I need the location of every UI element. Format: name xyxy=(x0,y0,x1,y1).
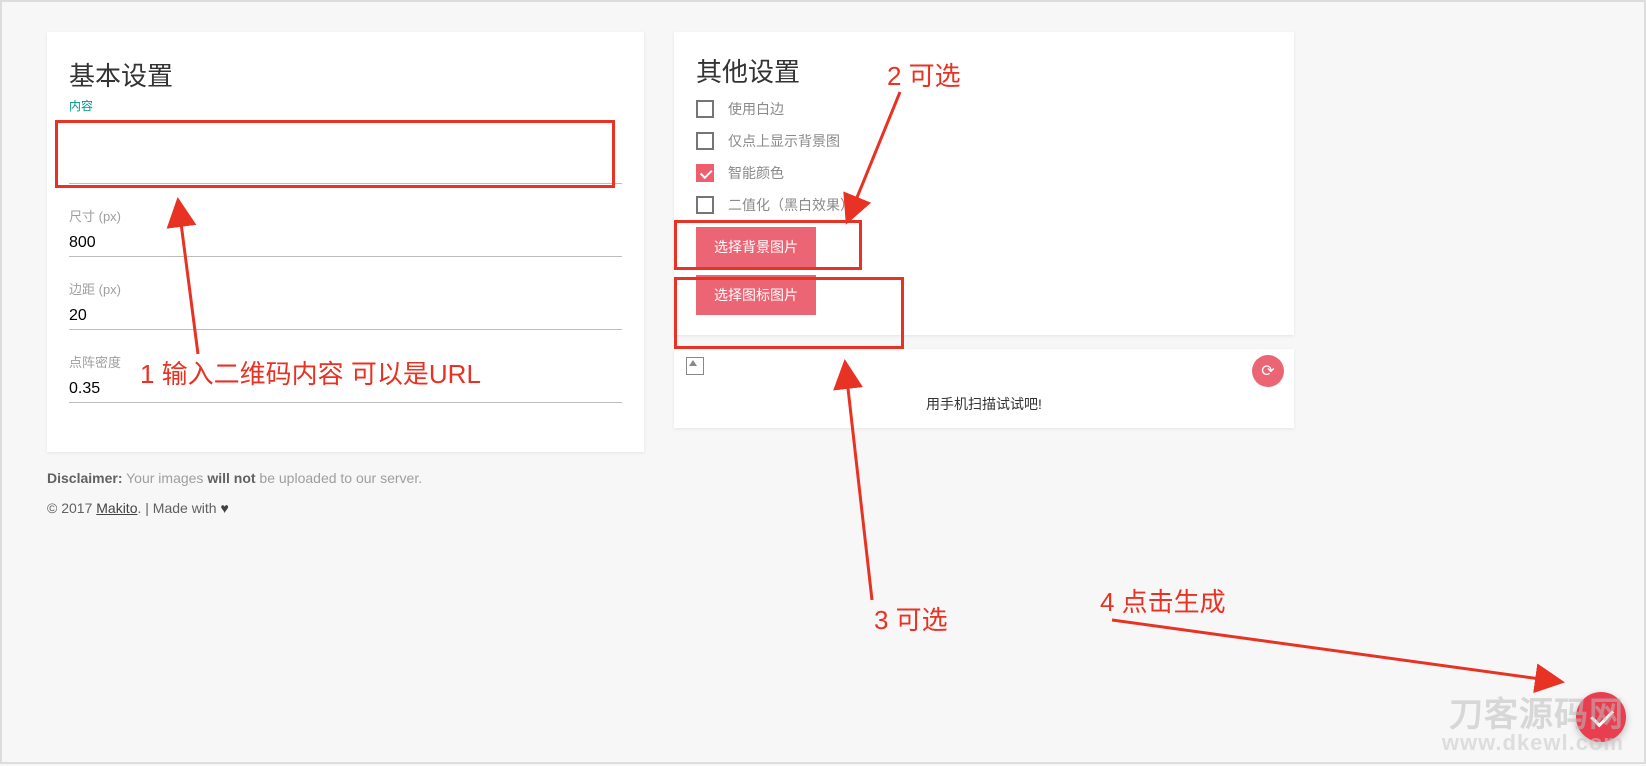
size-input[interactable] xyxy=(69,228,622,257)
generate-fab-button[interactable] xyxy=(1576,692,1626,742)
annotation-text-3: 3 可选 xyxy=(874,600,948,637)
author-link[interactable]: Makito xyxy=(96,500,137,516)
content-label: 内容 xyxy=(69,97,622,114)
density-label: 点阵密度 xyxy=(69,352,622,371)
disclaimer-bold: Disclaimer: xyxy=(47,470,122,486)
refresh-icon: ⟳ xyxy=(1261,361,1274,381)
disclaimer-bold2: will not xyxy=(207,470,255,486)
other-settings-title: 其他设置 xyxy=(696,52,1272,89)
option-label: 使用白边 xyxy=(728,99,784,119)
option-binarize-row[interactable]: 二值化（黑白效果） xyxy=(696,195,1272,215)
footer: Disclaimer: Your images will not be uplo… xyxy=(2,452,1644,516)
broken-image-icon xyxy=(686,357,704,375)
disclaimer-end: be uploaded to our server. xyxy=(256,470,423,486)
checkbox-checked-icon[interactable] xyxy=(696,164,714,182)
option-smartcolor-row[interactable]: 智能颜色 xyxy=(696,163,1272,183)
checkbox-unchecked-icon[interactable] xyxy=(696,132,714,150)
option-dotbg-row[interactable]: 仅点上显示背景图 xyxy=(696,131,1272,151)
refresh-button[interactable]: ⟳ xyxy=(1252,355,1284,387)
density-input[interactable] xyxy=(69,374,622,403)
disclaimer-text: Your images xyxy=(122,470,207,486)
checkbox-unchecked-icon[interactable] xyxy=(696,100,714,118)
option-label: 二值化（黑白效果） xyxy=(728,195,854,215)
basic-settings-card: 基本设置 内容 尺寸 (px) 边距 (px) 点阵密度 xyxy=(47,32,644,452)
annotation-text-4: 4 点击生成 xyxy=(1100,582,1226,619)
checkbox-unchecked-icon[interactable] xyxy=(696,196,714,214)
margin-label: 边距 (px) xyxy=(69,279,622,298)
copyright-prefix: © 2017 xyxy=(47,500,96,516)
margin-input[interactable] xyxy=(69,301,622,330)
copyright-suffix: . | Made with xyxy=(137,500,220,516)
option-label: 仅点上显示背景图 xyxy=(728,131,840,151)
preview-caption: 用手机扫描试试吧! xyxy=(686,394,1282,414)
size-label: 尺寸 (px) xyxy=(69,206,622,225)
choose-icon-button[interactable]: 选择图标图片 xyxy=(696,275,816,315)
basic-settings-title: 基本设置 xyxy=(69,56,622,93)
copyright-line: © 2017 Makito. | Made with ♥ xyxy=(47,500,1644,516)
choose-bg-button[interactable]: 选择背景图片 xyxy=(696,227,816,267)
option-label: 智能颜色 xyxy=(728,163,784,183)
other-settings-card: 其他设置 使用白边 仅点上显示背景图 智能颜色 二值化（黑白效果） 选择背景图片… xyxy=(674,32,1294,335)
preview-card: ⟳ 用手机扫描试试吧! xyxy=(674,349,1294,428)
heart-icon: ♥ xyxy=(221,500,229,516)
disclaimer-line: Disclaimer: Your images will not be uplo… xyxy=(47,470,1644,486)
content-input[interactable] xyxy=(69,155,622,184)
option-whiteborder-row[interactable]: 使用白边 xyxy=(696,99,1272,119)
